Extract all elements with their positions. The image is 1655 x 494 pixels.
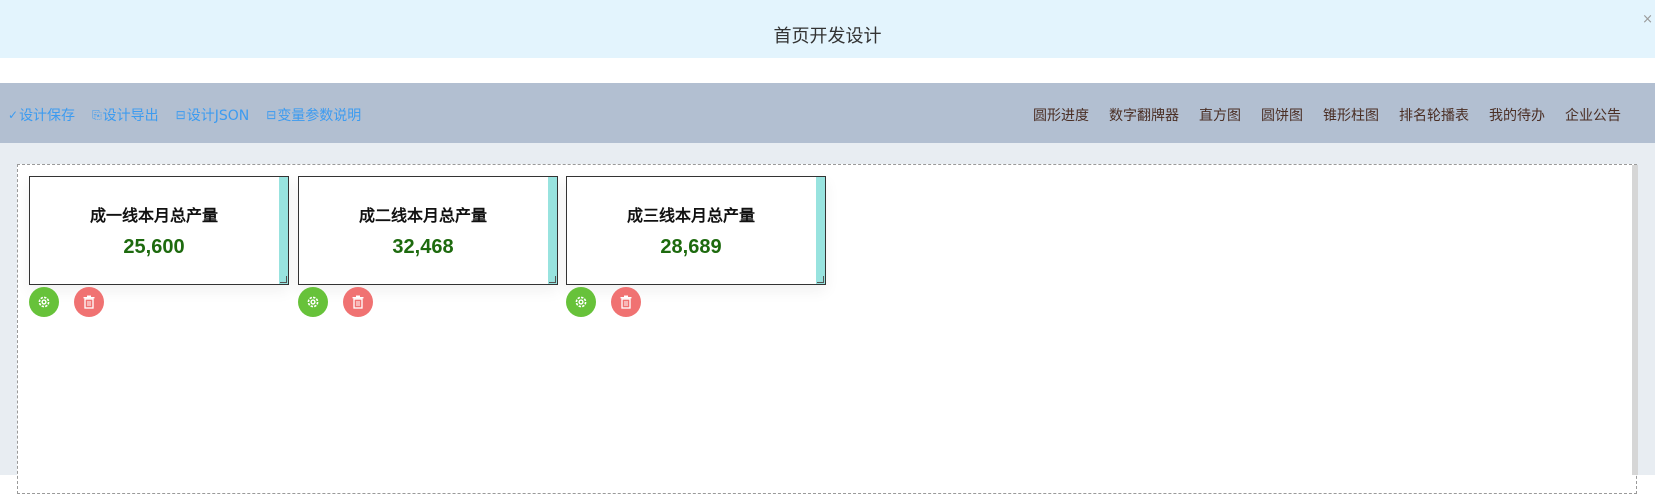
card-value: 25,600	[123, 236, 185, 258]
design-actions: ✓ 设计保存 ⎘ 设计导出 ⊟ 设计JSON ⊟ 变量参数说明	[8, 105, 378, 125]
component-palette: 圆形进度 数字翻牌器 直方图 圆饼图 锥形柱图 排名轮播表 我的待办 企业公告	[1013, 105, 1621, 125]
card-accent-stripe	[816, 177, 825, 284]
title-bar: 首页开发设计 ×	[0, 0, 1655, 58]
trash-icon	[620, 295, 632, 309]
gear-icon	[307, 296, 319, 308]
component-circle-progress[interactable]: 圆形进度	[1033, 105, 1089, 125]
stat-card[interactable]: 成三线本月总产量 28,689	[566, 176, 826, 285]
gear-icon	[38, 296, 50, 308]
component-digital-flipper[interactable]: 数字翻牌器	[1109, 105, 1179, 125]
card-settings-button[interactable]	[29, 287, 59, 317]
trash-icon	[352, 295, 364, 309]
component-cone-bar-chart[interactable]: 锥形柱图	[1323, 105, 1379, 125]
design-json-label: 设计JSON	[186, 108, 250, 124]
card-delete-button[interactable]	[611, 287, 641, 317]
component-pie-chart[interactable]: 圆饼图	[1261, 105, 1303, 125]
window-title: 首页开发设计	[773, 26, 882, 47]
card-delete-button[interactable]	[74, 287, 104, 317]
card-delete-button[interactable]	[343, 287, 373, 317]
card-label: 成三线本月总产量	[626, 206, 755, 225]
component-my-todo[interactable]: 我的待办	[1489, 105, 1545, 125]
document-icon: ⊟	[175, 108, 186, 122]
trash-icon	[83, 295, 95, 309]
stat-card[interactable]: 成一线本月总产量 25,600	[29, 176, 289, 285]
check-icon: ✓	[8, 108, 19, 122]
design-json-button[interactable]: ⊟ 设计JSON	[176, 105, 250, 125]
resize-handle[interactable]	[280, 276, 287, 283]
card-accent-stripe	[548, 177, 557, 284]
save-design-button[interactable]: ✓ 设计保存	[8, 105, 75, 125]
variable-docs-button[interactable]: ⊟ 变量参数说明	[266, 105, 361, 125]
card-accent-stripe	[279, 177, 288, 284]
vertical-scrollbar[interactable]	[1632, 165, 1638, 475]
component-ranking-carousel[interactable]: 排名轮播表	[1399, 105, 1469, 125]
card-label: 成一线本月总产量	[89, 206, 218, 225]
resize-handle[interactable]	[549, 276, 556, 283]
gear-icon	[575, 296, 587, 308]
export-design-label: 设计导出	[102, 108, 159, 124]
resize-handle[interactable]	[817, 276, 824, 283]
document-icon: ⊟	[266, 108, 277, 122]
close-icon[interactable]: ×	[1642, 13, 1653, 26]
save-design-label: 设计保存	[19, 108, 76, 124]
export-design-button[interactable]: ⎘ 设计导出	[92, 105, 159, 125]
copy-icon: ⎘	[92, 108, 102, 122]
card-value: 28,689	[660, 236, 722, 258]
card-settings-button[interactable]	[298, 287, 328, 317]
component-histogram[interactable]: 直方图	[1199, 105, 1241, 125]
variable-docs-label: 变量参数说明	[277, 108, 362, 124]
stat-card[interactable]: 成二线本月总产量 32,468	[298, 176, 558, 285]
card-settings-button[interactable]	[566, 287, 596, 317]
toolbar: ✓ 设计保存 ⎘ 设计导出 ⊟ 设计JSON ⊟ 变量参数说明 圆形进度 数字翻…	[0, 83, 1655, 143]
component-company-notice[interactable]: 企业公告	[1565, 105, 1621, 125]
card-value: 32,468	[392, 236, 454, 258]
card-label: 成二线本月总产量	[358, 206, 487, 225]
